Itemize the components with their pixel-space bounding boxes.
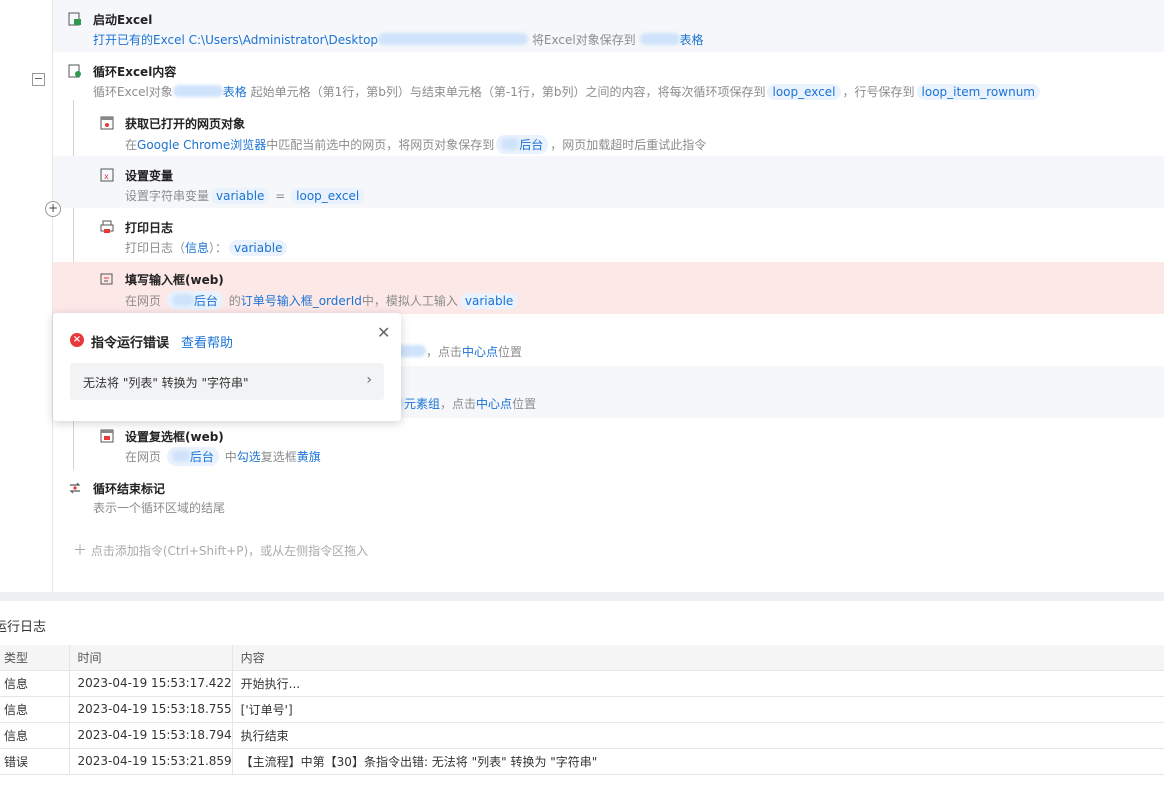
error-popup: × 指令运行错误 查看帮助 ✕ 无法将 "列表" 转换为 "字符串" › [53,313,401,421]
collapse-toggle[interactable]: − [32,73,45,86]
column-type[interactable]: 类型 [0,645,70,671]
step-desc: 打印日志（信息）： variable [125,239,289,256]
view-help-link[interactable]: 查看帮助 [181,332,233,351]
popup-title: 指令运行错误 [91,336,170,351]
step-set-checkbox[interactable]: 设置复选框(web) 在网页 后台 中勾选复选框黄旗 [53,418,1164,470]
step-title: 获取已打开的网页对象 [125,117,246,131]
step-fill-input[interactable]: 填写输入框(web) 在网页 后台 的订单号输入框_orderId中，模拟人工输… [53,262,1164,314]
add-command-hint[interactable]: ＋ 点击添加指令(Ctrl+Shift+P)，或从左侧指令区拖入 [73,540,368,560]
step-title: 打印日志 [125,221,174,235]
step-open-excel[interactable]: 启动Excel 打开已有的Excel C:\Users\Administrato… [53,0,1164,52]
loop-end-icon [69,482,81,494]
close-icon[interactable]: ✕ [377,323,390,342]
column-content[interactable]: 内容 [232,645,1164,671]
flow-editor: 启动Excel 打开已有的Excel C:\Users\Administrato… [0,0,1164,592]
step-loop-excel[interactable]: 循环Excel内容 循环Excel对象 表格 起始单元格（第1行，第b列）与结束单… [53,52,1164,104]
error-icon: × [70,333,84,347]
svg-text:x: x [104,172,109,181]
step-print-log[interactable]: 打印日志 打印日志（信息）： variable [53,208,1164,260]
log-panel-title: 运行日志 [0,620,47,635]
plus-icon: ＋ [73,543,87,559]
table-row[interactable]: 信息 2023-04-19 15:53:18.794 执行结束 [0,722,1164,749]
error-message-row[interactable]: 无法将 "列表" 转换为 "字符串" › [70,363,384,400]
step-set-variable[interactable]: x 设置变量 设置字符串变量 variable = loop_excel [53,156,1164,208]
table-row[interactable]: 信息 2023-04-19 15:53:17.422 开始执行... [0,670,1164,697]
loop-excel-icon [68,64,81,78]
variable-icon: x [100,168,114,182]
step-title: 启动Excel [93,13,153,27]
table-row[interactable]: 信息 2023-04-19 15:53:18.755 ['订单号'] [0,696,1164,723]
step-title: 填写输入框(web) [125,273,224,287]
step-desc: 循环Excel对象 表格 起始单元格（第1行，第b列）与结束单元格（第-1行，第b… [93,83,1042,100]
panel-divider[interactable] [0,592,1164,601]
step-title: 循环结束标记 [93,482,166,496]
table-row[interactable]: 错误 2023-04-19 15:53:21.859 【主流程】中第【30】条指… [0,748,1164,775]
step-desc: 在网页 后台 中勾选复选框黄旗 [125,447,321,466]
step-desc: 在网页 后台 的订单号输入框_orderId中，模拟人工输入 variable [125,291,520,310]
log-table: 类型 时间 内容 信息 2023-04-19 15:53:17.422 开始执行… [0,645,1164,775]
step-desc: 在Google Chrome浏览器中匹配当前选中的网页，将网页对象保存到 后台 ，网… [125,135,706,154]
input-edit-icon [100,273,113,285]
step-desc: 打开已有的Excel C:\Users\Administrator\Deskto… [93,33,704,47]
step-title: 循环Excel内容 [93,65,177,79]
error-message: 无法将 "列表" 转换为 "字符串" [83,376,249,390]
printer-icon [100,220,114,233]
excel-icon [68,12,81,26]
checkbox-icon [100,429,114,443]
browser-icon [100,116,114,130]
step-loop-end[interactable]: 循环结束标记 表示一个循环区域的结尾 [53,470,1164,522]
step-get-webpage[interactable]: 获取已打开的网页对象 在Google Chrome浏览器中匹配当前选中的网页，将… [53,104,1164,156]
column-time[interactable]: 时间 [69,645,233,671]
step-desc: 表示一个循环区域的结尾 [93,501,226,515]
step-desc: 设置字符串变量 variable = loop_excel [125,187,366,204]
step-title: 设置复选框(web) [125,430,224,444]
step-title: 设置变量 [125,169,174,183]
chevron-right-icon: › [366,372,372,388]
